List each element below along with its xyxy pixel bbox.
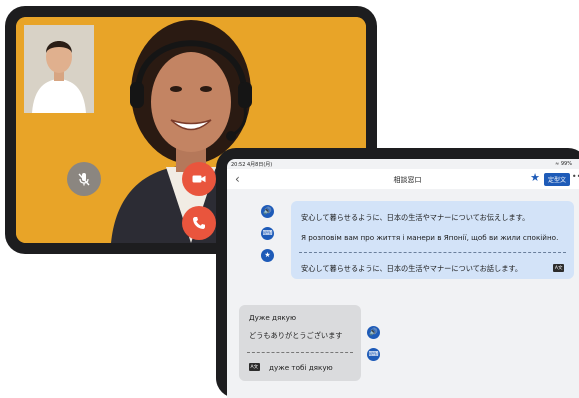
- translator-tablet: 20:52 4月8日(月) ≈ 99% ‹ 相談窓口 ★ 定型文 ••• 🔊 ⌨…: [216, 148, 579, 398]
- divider: [247, 352, 353, 353]
- navigation-bar: ‹ 相談窓口 ★ 定型文 •••: [227, 169, 579, 189]
- message-bubble-incoming[interactable]: Дуже дякую どうもありがとうございます A文 дуже тобі дя…: [239, 305, 361, 381]
- translator-screen: 20:52 4月8日(月) ≈ 99% ‹ 相談窓口 ★ 定型文 ••• 🔊 ⌨…: [227, 159, 579, 398]
- status-battery: ≈ 99%: [555, 161, 572, 167]
- star-icon[interactable]: ★: [530, 171, 540, 184]
- phrasebook-button[interactable]: 定型文: [543, 173, 570, 186]
- self-view-video: [24, 25, 94, 113]
- mic-off-icon: [78, 173, 90, 186]
- back-translation-tag: A文: [553, 264, 564, 272]
- message-back-translation-text: 安心して暮らせるように、日本の生活やマナーについてお話します。: [301, 264, 523, 273]
- message-back-translation-text: дуже тобі дякую: [269, 363, 333, 372]
- status-time: 20:52 4月8日(月): [231, 162, 273, 168]
- more-menu-button[interactable]: •••: [572, 172, 579, 181]
- speaker-icon[interactable]: 🔊: [367, 326, 380, 339]
- message-original-text: Дуже дякую: [249, 313, 296, 322]
- message-bubble-outgoing[interactable]: 安心して暮らせるように、日本の生活やマナーについてお伝えします。 Я розпо…: [291, 201, 574, 279]
- message-translation-text: どうもありがとうございます: [249, 331, 343, 340]
- page-title: 相談窓口: [393, 176, 422, 184]
- keyboard-icon[interactable]: ⌨: [367, 348, 380, 361]
- keyboard-icon[interactable]: ⌨: [261, 227, 274, 240]
- phone-icon: [193, 217, 205, 229]
- status-bar: 20:52 4月8日(月) ≈ 99%: [227, 159, 579, 169]
- end-call-button[interactable]: [182, 206, 216, 240]
- back-translation-tag: A文: [249, 363, 260, 371]
- video-camera-icon: [192, 175, 206, 183]
- message-translation-text: Я розповім вам про життя і манери в Япон…: [301, 233, 559, 242]
- star-icon[interactable]: ★: [261, 249, 274, 262]
- divider: [299, 252, 566, 253]
- speaker-icon[interactable]: 🔊: [261, 205, 274, 218]
- camera-toggle-button[interactable]: [182, 162, 216, 196]
- message-original-text: 安心して暮らせるように、日本の生活やマナーについてお伝えします。: [301, 213, 530, 222]
- mute-button[interactable]: [67, 162, 101, 196]
